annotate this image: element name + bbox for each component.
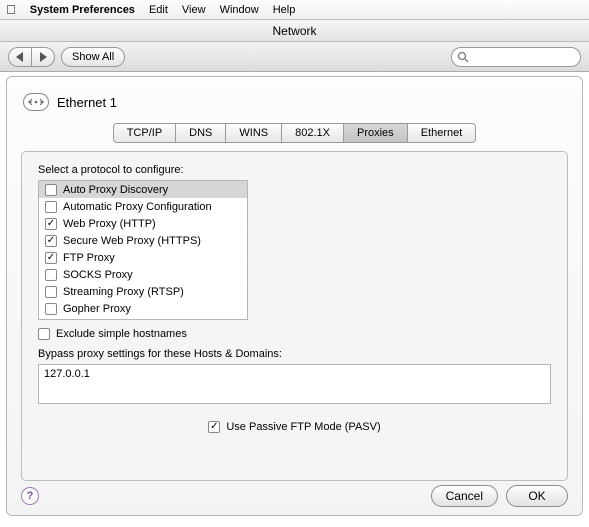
protocol-checkbox[interactable]: [45, 184, 57, 196]
search-icon: [457, 51, 469, 63]
exclude-simple-label: Exclude simple hostnames: [56, 328, 187, 340]
bypass-label: Bypass proxy settings for these Hosts & …: [38, 348, 551, 360]
protocol-label: SOCKS Proxy: [63, 269, 133, 281]
protocol-row[interactable]: Web Proxy (HTTP): [39, 215, 247, 232]
exclude-simple-checkbox[interactable]: [38, 328, 50, 340]
protocol-checkbox[interactable]: [45, 286, 57, 298]
tab-tcp-ip[interactable]: TCP/IP: [113, 123, 176, 143]
protocol-label: Secure Web Proxy (HTTPS): [63, 235, 201, 247]
protocol-list[interactable]: Auto Proxy Discovery Automatic Proxy Conf…: [38, 180, 248, 320]
cancel-label: Cancel: [446, 489, 483, 503]
protocol-checkbox[interactable]: [45, 269, 57, 281]
ok-button[interactable]: OK: [506, 485, 568, 507]
apple-menu-icon[interactable]: : [6, 2, 16, 17]
bypass-textarea[interactable]: [38, 364, 551, 404]
ethernet-icon: [23, 93, 49, 111]
tab-ethernet[interactable]: Ethernet: [408, 123, 477, 143]
help-icon: ?: [27, 490, 34, 502]
protocol-label: FTP Proxy: [63, 252, 115, 264]
tab-wins[interactable]: WINS: [226, 123, 282, 143]
cancel-button[interactable]: Cancel: [431, 485, 498, 507]
triangle-right-icon: [39, 52, 47, 62]
window-titlebar: Network: [0, 20, 589, 42]
pasv-checkbox[interactable]: [208, 421, 220, 433]
protocol-row[interactable]: SOCKS Proxy: [39, 266, 247, 283]
window-title: Network: [272, 24, 316, 38]
protocol-row[interactable]: Automatic Proxy Configuration: [39, 198, 247, 215]
protocol-label: Automatic Proxy Configuration: [63, 201, 212, 213]
preferences-sheet: Ethernet 1 TCP/IPDNSWINS802.1XProxiesEth…: [6, 76, 583, 516]
protocol-row[interactable]: Secure Web Proxy (HTTPS): [39, 232, 247, 249]
toolbar: Show All: [0, 42, 589, 72]
menu-help[interactable]: Help: [273, 4, 296, 16]
protocol-row[interactable]: FTP Proxy: [39, 249, 247, 266]
tab-proxies[interactable]: Proxies: [344, 123, 408, 143]
proxies-panel: Select a protocol to configure: Auto Pro…: [21, 151, 568, 481]
ok-label: OK: [528, 489, 545, 503]
protocol-checkbox[interactable]: [45, 252, 57, 264]
show-all-label: Show All: [72, 51, 114, 63]
menu-window[interactable]: Window: [220, 4, 259, 16]
tab-802-1x[interactable]: 802.1X: [282, 123, 344, 143]
protocol-label: Web Proxy (HTTP): [63, 218, 156, 230]
protocol-label: Auto Proxy Discovery: [63, 184, 168, 196]
menu-edit[interactable]: Edit: [149, 4, 168, 16]
protocol-row[interactable]: Streaming Proxy (RTSP): [39, 283, 247, 300]
protocol-checkbox[interactable]: [45, 201, 57, 213]
tab-dns[interactable]: DNS: [176, 123, 226, 143]
menu-view[interactable]: View: [182, 4, 206, 16]
tab-row: TCP/IPDNSWINS802.1XProxiesEthernet: [21, 123, 568, 143]
interface-name: Ethernet 1: [57, 95, 117, 110]
search-input[interactable]: [451, 47, 581, 67]
help-button[interactable]: ?: [21, 487, 39, 505]
protocol-checkbox[interactable]: [45, 218, 57, 230]
triangle-left-icon: [16, 52, 24, 62]
interface-header: Ethernet 1: [21, 87, 568, 123]
back-button[interactable]: [8, 47, 32, 67]
protocol-label: Gopher Proxy: [63, 303, 131, 315]
pasv-label: Use Passive FTP Mode (PASV): [226, 421, 380, 433]
protocol-label: Streaming Proxy (RTSP): [63, 286, 184, 298]
menubar:  System Preferences Edit View Window He…: [0, 0, 589, 20]
app-menu[interactable]: System Preferences: [30, 4, 135, 16]
show-all-button[interactable]: Show All: [61, 47, 125, 67]
protocol-checkbox[interactable]: [45, 235, 57, 247]
protocol-checkbox[interactable]: [45, 303, 57, 315]
forward-button[interactable]: [32, 47, 55, 67]
protocol-row[interactable]: Gopher Proxy: [39, 300, 247, 317]
select-protocol-label: Select a protocol to configure:: [38, 164, 551, 176]
nav-group: [8, 47, 55, 67]
sheet-footer: ? Cancel OK: [21, 485, 568, 507]
protocol-row[interactable]: Auto Proxy Discovery: [39, 181, 247, 198]
